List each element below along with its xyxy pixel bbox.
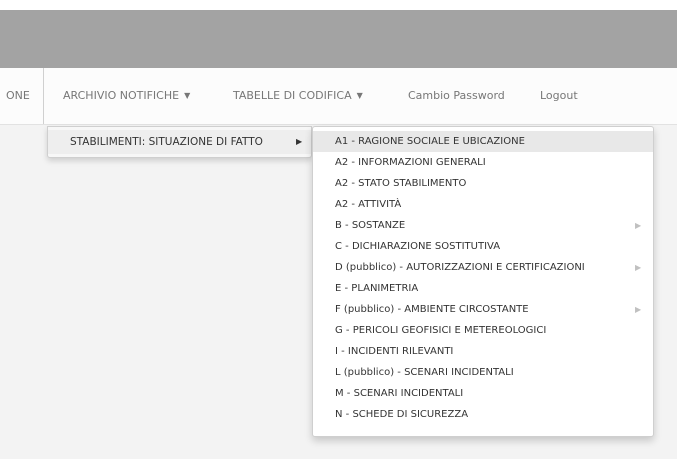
submenu-item[interactable]: L (pubblico) - SCENARI INCIDENTALI [313,362,653,383]
submenu-item-label: L (pubblico) - SCENARI INCIDENTALI [335,367,514,378]
submenu-item-label: A1 - RAGIONE SOCIALE E UBICAZIONE [335,136,525,147]
submenu-item-label: I - INCIDENTI RILEVANTI [335,346,454,357]
submenu-item[interactable]: A2 - STATO STABILIMENTO [313,173,653,194]
caret-right-icon: ▶ [635,221,642,230]
submenu-item[interactable]: B - SOSTANZE ▶ [313,215,653,236]
submenu-item[interactable]: I - INCIDENTI RILEVANTI [313,341,653,362]
submenu-item-label: F (pubblico) - AMBIENTE CIRCOSTANTE [335,304,529,315]
nav-item-label: Logout [540,89,578,102]
submenu-item-label: D (pubblico) - AUTORIZZAZIONI E CERTIFIC… [335,262,585,273]
nav-divider [43,68,44,124]
submenu: A1 - RAGIONE SOCIALE E UBICAZIONE A2 - I… [312,126,654,437]
header-banner [0,10,677,68]
nav-item-label: TABELLE DI CODIFICA [233,89,352,102]
submenu-item[interactable]: A1 - RAGIONE SOCIALE E UBICAZIONE [313,131,653,152]
caret-down-icon: ▼ [356,91,363,100]
nav-item-tabelle-di-codifica[interactable]: TABELLE DI CODIFICA ▼ [233,68,363,124]
navbar: ONE ARCHIVIO NOTIFICHE ▼ TABELLE DI CODIF… [0,68,677,125]
submenu-item-label: C - DICHIARAZIONE SOSTITUTIVA [335,241,501,252]
submenu-item[interactable]: C - DICHIARAZIONE SOSTITUTIVA [313,236,653,257]
menu-item-label: STABILIMENTI: SITUAZIONE DI FATTO [70,136,263,148]
submenu-item-label: A2 - ATTIVITÀ [335,199,402,210]
menu-item-stabilimenti[interactable]: STABILIMENTI: SITUAZIONE DI FATTO ▶ [48,130,311,154]
submenu-item[interactable]: A2 - INFORMAZIONI GENERALI [313,152,653,173]
submenu-item-label: A2 - INFORMAZIONI GENERALI [335,157,486,168]
nav-item-logout[interactable]: Logout [540,68,578,124]
submenu-item[interactable]: G - PERICOLI GEOFISICI E METEREOLOGICI [313,320,653,341]
nav-item-label: ARCHIVIO NOTIFICHE [63,89,180,102]
submenu-item-label: G - PERICOLI GEOFISICI E METEREOLOGICI [335,325,547,336]
submenu-item[interactable]: F (pubblico) - AMBIENTE CIRCOSTANTE ▶ [313,299,653,320]
submenu-item-label: M - SCENARI INCIDENTALI [335,388,464,399]
dropdown-menu: STABILIMENTI: SITUAZIONE DI FATTO ▶ [47,126,312,158]
caret-right-icon: ▶ [635,263,642,272]
submenu-item[interactable]: M - SCENARI INCIDENTALI [313,383,653,404]
submenu-item-label: N - SCHEDE DI SICUREZZA [335,409,469,420]
nav-item-partial[interactable]: ONE [6,68,30,124]
submenu-item-label: A2 - STATO STABILIMENTO [335,178,467,189]
nav-item-cambio-password[interactable]: Cambio Password [408,68,505,124]
submenu-item-label: E - PLANIMETRIA [335,283,419,294]
submenu-item[interactable]: N - SCHEDE DI SICUREZZA [313,404,653,425]
nav-item-label: ONE [6,89,30,102]
submenu-item[interactable]: E - PLANIMETRIA [313,278,653,299]
submenu-item[interactable]: A2 - ATTIVITÀ [313,194,653,215]
caret-right-icon: ▶ [635,305,642,314]
submenu-item[interactable]: D (pubblico) - AUTORIZZAZIONI E CERTIFIC… [313,257,653,278]
caret-down-icon: ▼ [184,91,191,100]
nav-item-label: Cambio Password [408,89,505,102]
caret-right-icon: ▶ [296,137,303,146]
top-strip [0,0,677,10]
submenu-item-label: B - SOSTANZE [335,220,406,231]
nav-item-archivio-notifiche[interactable]: ARCHIVIO NOTIFICHE ▼ [63,68,190,124]
